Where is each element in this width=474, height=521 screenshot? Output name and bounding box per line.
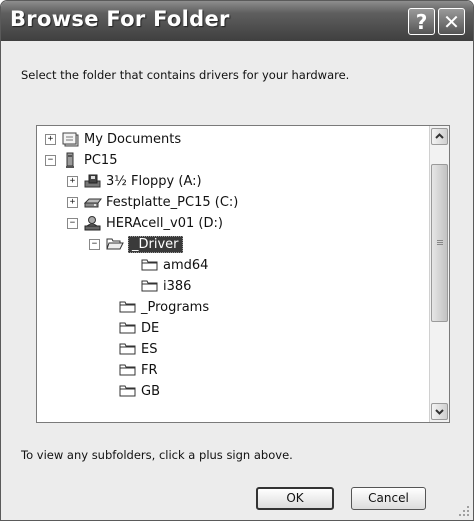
folder-tree[interactable]: + My Documents − PC15 + 3½ Floppy (A:) +… [36,125,450,423]
tree-item-label: PC15 [84,152,118,168]
hard-drive-icon [83,194,102,210]
tree-item-label: amd64 [163,257,209,273]
tree-item-floppy[interactable]: + 3½ Floppy (A:) [67,171,202,191]
collapse-icon[interactable]: − [67,217,78,229]
network-drive-icon [84,215,102,231]
tree-item-programs[interactable]: _Programs [119,297,209,317]
dialog-title: Browse For Folder [10,7,230,31]
tree-item-label: Festplatte_PC15 (C:) [106,194,239,210]
tree-item-label: HERAcell_v01 (D:) [106,215,223,231]
tree-item-heracell[interactable]: − HERAcell_v01 (D:) [67,213,223,233]
browse-for-folder-dialog: Browse For Folder ? ✕ Select the folder … [0,0,474,521]
resize-grip-icon[interactable] [458,505,470,517]
close-button[interactable]: ✕ [438,8,465,35]
scroll-up-button[interactable] [431,128,448,145]
grip-line [437,244,443,245]
grip-line [437,240,443,241]
scroll-thumb[interactable] [431,164,448,322]
tree-item-label: DE [141,320,160,336]
title-bar[interactable]: Browse For Folder ? ✕ [1,1,473,41]
hint-text: To view any subfolders, click a plus sig… [21,448,293,462]
folder-icon [141,257,159,273]
folder-icon [119,383,137,399]
tree-item-label: GB [141,383,160,399]
tree-item-my-documents[interactable]: + My Documents [45,129,181,149]
open-folder-icon [106,236,124,252]
folder-icon [119,362,137,378]
scroll-down-button[interactable] [431,403,448,420]
expand-icon[interactable]: + [45,133,56,145]
floppy-drive-icon [84,173,102,189]
tree-item-es[interactable]: ES [119,339,157,359]
tree-item-amd64[interactable]: amd64 [141,255,208,275]
tree-item-label: _Programs [141,299,210,315]
instruction-text: Select the folder that contains drivers … [21,68,350,82]
chevron-down-icon [435,409,444,415]
my-documents-icon [62,131,80,147]
vertical-scrollbar[interactable] [429,126,449,422]
collapse-icon[interactable]: − [89,238,100,250]
tree-item-label: FR [141,362,158,378]
grip-line [437,242,443,243]
folder-icon [119,320,137,336]
expand-icon[interactable]: + [67,196,78,208]
tree-item-de[interactable]: DE [119,318,159,338]
tree-item-label: ES [141,341,158,357]
tree-item-label-selected: _Driver [128,235,183,253]
folder-icon [119,341,137,357]
tree-item-gb[interactable]: GB [119,381,160,401]
folder-icon [141,278,159,294]
chevron-up-icon [435,133,444,139]
tree-item-fr[interactable]: FR [119,360,158,380]
tree-item-label: 3½ Floppy (A:) [106,173,202,189]
tree-item-i386[interactable]: i386 [141,276,191,296]
folder-icon [119,299,137,315]
tree-item-label: i386 [163,278,192,294]
tree-item-driver[interactable]: − _Driver [89,234,183,254]
tree-item-pc15[interactable]: − PC15 [45,150,117,170]
help-button[interactable]: ? [408,8,435,35]
expand-icon[interactable]: + [67,175,78,187]
tree-item-festplatte[interactable]: + Festplatte_PC15 (C:) [67,192,238,212]
tree-item-label: My Documents [84,131,182,147]
cancel-button[interactable]: Cancel [351,487,426,510]
collapse-icon[interactable]: − [45,154,56,166]
computer-icon [62,152,80,168]
ok-button[interactable]: OK [256,487,334,510]
